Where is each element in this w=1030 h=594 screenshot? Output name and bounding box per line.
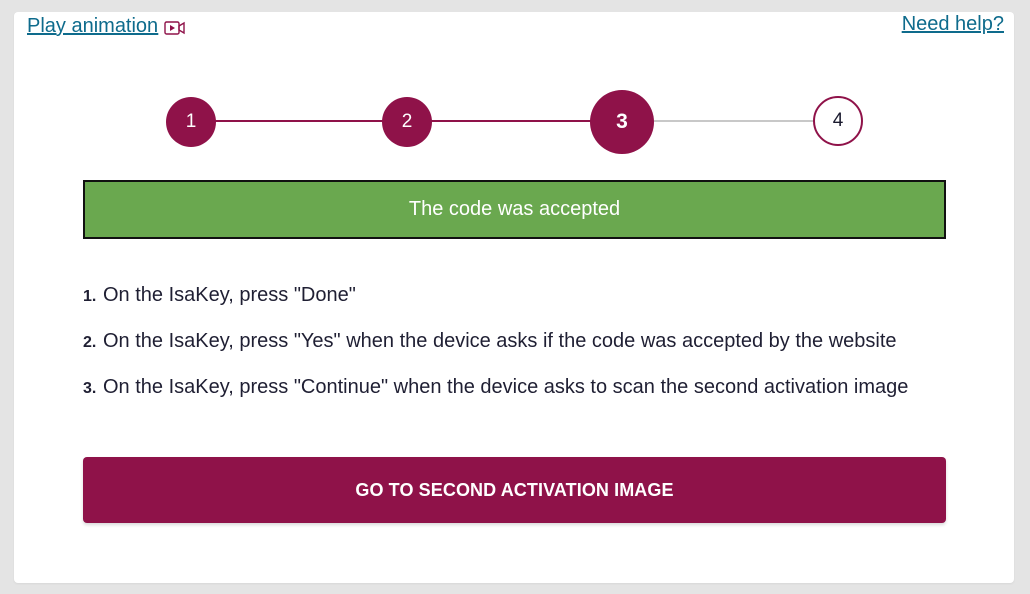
instruction-list: 1. On the IsaKey, press "Done" 2. On the…: [83, 284, 983, 422]
step-2-label: 2: [401, 111, 413, 132]
go-to-second-activation-image-button[interactable]: GO TO SECOND ACTIVATION IMAGE: [83, 457, 946, 523]
instruction-text: On the IsaKey, press "Done": [103, 284, 356, 306]
instruction-text: On the IsaKey, press "Continue" when the…: [103, 376, 909, 398]
step-3: 3: [590, 90, 654, 154]
instruction-item: 1. On the IsaKey, press "Done": [83, 284, 983, 330]
step-2: 2: [382, 97, 432, 147]
success-banner-text: The code was accepted: [408, 198, 621, 220]
step-1: 1: [166, 97, 216, 147]
step-3-label: 3: [616, 110, 628, 133]
instruction-number: 3.: [83, 380, 97, 397]
step-4: 4: [813, 96, 863, 146]
activation-card: Play animation Need help? 1 2 3 4 The co…: [14, 12, 1014, 583]
instruction-number: 1.: [83, 288, 97, 305]
instruction-text: On the IsaKey, press "Yes" when the devi…: [103, 330, 897, 352]
success-banner: The code was accepted: [83, 180, 946, 239]
step-4-label: 4: [832, 110, 844, 131]
step-connector-3-4: [622, 120, 838, 122]
instruction-number: 2.: [83, 334, 97, 351]
progress-stepper: 1 2 3 4: [14, 12, 1014, 172]
instruction-item: 3. On the IsaKey, press "Continue" when …: [83, 376, 983, 422]
step-1-label: 1: [185, 111, 197, 132]
step-connector-1-2: [190, 120, 406, 122]
instruction-item: 2. On the IsaKey, press "Yes" when the d…: [83, 330, 983, 376]
